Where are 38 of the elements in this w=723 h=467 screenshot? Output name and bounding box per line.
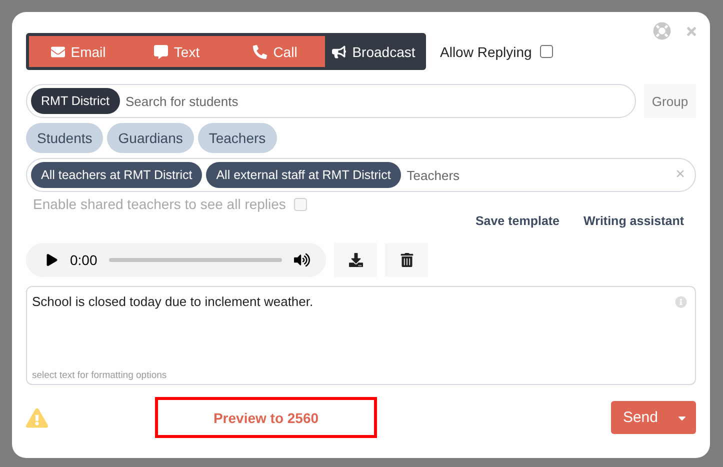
mode-tab[interactable]: Call xyxy=(226,36,324,67)
message-field[interactable]: School is closed today due to inclement weather. select text for formatting options xyxy=(26,286,696,385)
send-button[interactable]: Send xyxy=(610,401,668,434)
audio-progress-track[interactable] xyxy=(109,258,282,262)
volume-icon[interactable] xyxy=(294,252,310,268)
recipient-chip[interactable]: All teachers at RMT District xyxy=(31,162,202,188)
allow-replying-label: Allow Replying xyxy=(440,44,532,60)
envelope-icon xyxy=(50,44,65,58)
message-text: School is closed today due to inclement weather. xyxy=(32,294,314,309)
district-chip[interactable]: RMT District xyxy=(31,88,120,114)
recipient-type-button[interactable]: Students xyxy=(26,123,104,153)
allow-replying-checkbox[interactable] xyxy=(540,45,553,58)
download-button[interactable] xyxy=(334,243,377,277)
preview-button[interactable]: Preview to 2560 xyxy=(155,397,377,438)
recipient-chip[interactable]: All external staff at RMT District xyxy=(206,162,401,188)
recipient-type-button[interactable]: Guardians xyxy=(107,123,194,153)
formatting-hint: select text for formatting options xyxy=(32,370,168,381)
audio-time: 0:00 xyxy=(70,252,98,268)
warning-icon xyxy=(26,406,48,428)
group-button[interactable]: Group xyxy=(644,84,696,118)
recipients-field[interactable]: All teachers at RMT District All external staff at RMT District Teachers × xyxy=(26,158,696,192)
mode-tab[interactable]: Text xyxy=(128,36,226,67)
close-icon[interactable] xyxy=(685,24,698,38)
shared-teachers-label: Enable shared teachers to see all replies xyxy=(33,196,286,212)
recipient-type-button[interactable]: Teachers xyxy=(198,123,277,153)
action-link[interactable]: Writing assistant xyxy=(584,214,684,228)
megaphone-icon xyxy=(332,44,346,58)
delete-button[interactable] xyxy=(385,243,428,277)
play-icon[interactable] xyxy=(46,254,58,266)
download-icon xyxy=(348,253,362,267)
action-link[interactable]: Save template xyxy=(475,214,560,228)
trash-icon xyxy=(400,253,414,267)
speech-bubble-icon xyxy=(154,44,168,58)
info-icon[interactable] xyxy=(675,296,687,308)
student-search-field[interactable]: RMT District Search for students xyxy=(26,84,636,118)
phone-icon xyxy=(253,44,268,58)
mode-tab[interactable]: Email xyxy=(29,36,128,67)
help-icon[interactable] xyxy=(653,22,671,40)
